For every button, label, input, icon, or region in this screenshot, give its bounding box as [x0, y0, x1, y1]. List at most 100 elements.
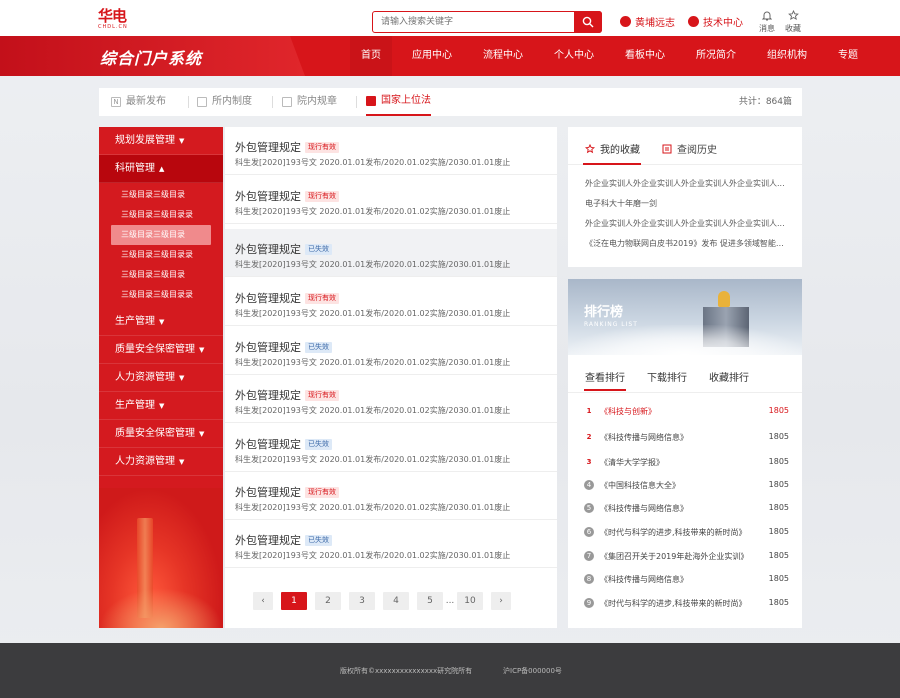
tab-download-ranking[interactable]: 下载排行 [647, 369, 687, 384]
sidebar-subitem[interactable]: 三级目录三级目录 [99, 265, 223, 285]
page-button[interactable]: 1 [281, 592, 307, 610]
nav-home[interactable]: 首页 [350, 36, 392, 76]
sidebar-item-production-2[interactable]: 生产管理 ▼ [99, 392, 223, 420]
nav-workflow[interactable]: 流程中心 [472, 36, 534, 76]
logo-sub: CHDL.CN [98, 24, 128, 30]
sidebar-item-planning[interactable]: 规划发展管理 ▼ [99, 127, 223, 155]
list-item[interactable]: 外包管理规定 已失效 科生发[2020]193号文 2020.01.01发布/2… [225, 229, 557, 277]
item-meta: 科生发[2020]193号文 2020.01.01发布/2020.01.02实施… [235, 551, 511, 560]
tab-institute-rules[interactable]: 所内制度 [197, 88, 252, 116]
nav-personal[interactable]: 个人中心 [543, 36, 605, 76]
ranking-row[interactable]: 2 《科技传播与网络信息》 1805 [584, 431, 789, 445]
ranking-row[interactable]: 6 《时代与科学的进步,科技带来的新时尚》 1805 [584, 526, 789, 540]
rank-number: 8 [584, 574, 594, 584]
tab-divider [356, 96, 357, 108]
sidebar-subitem-active[interactable]: 三级目录三级目录 [111, 225, 211, 245]
tab-latest[interactable]: N 最新发布 [111, 88, 166, 116]
sidebar-subitem[interactable]: 三级目录三级目录录 [99, 205, 223, 225]
sidebar-item-production[interactable]: 生产管理 ▼ [99, 308, 223, 336]
tech-center-link[interactable]: 技术中心 [688, 14, 743, 29]
ranking-row[interactable]: 4 《中国科技信息大全》 1805 [584, 479, 789, 493]
document-list: 外包管理规定 现行有效 科生发[2020]193号文 2020.01.01发布/… [225, 127, 557, 628]
rank-count: 1805 [768, 480, 789, 489]
new-icon: N [111, 97, 121, 107]
page-button[interactable]: 5 [417, 592, 443, 610]
tab-label: 我的收藏 [600, 145, 640, 156]
list-item[interactable]: 外包管理规定 现行有效 科生发[2020]193号文 2020.01.01发布/… [225, 278, 557, 326]
sidebar-subitem[interactable]: 三级目录三级目录录 [99, 245, 223, 265]
item-meta: 科生发[2020]193号文 2020.01.01发布/2020.01.02实施… [235, 503, 511, 512]
next-page-button[interactable]: › [491, 592, 511, 610]
tab-institute-rules-label: 所内制度 [212, 96, 252, 107]
page-button[interactable]: 4 [383, 592, 409, 610]
list-item[interactable]: 外包管理规定 现行有效 科生发[2020]193号文 2020.01.01发布/… [225, 472, 557, 520]
list-item[interactable]: 外包管理规定 现行有效 科生发[2020]193号文 2020.01.01发布/… [225, 375, 557, 423]
logo-mark: 华电 [98, 7, 127, 25]
item-meta: 科生发[2020]193号文 2020.01.01发布/2020.01.02实施… [235, 406, 511, 415]
page-button[interactable]: 3 [349, 592, 375, 610]
favorites-button[interactable]: 收藏 [782, 10, 804, 34]
list-item[interactable]: 外包管理规定 已失效 科生发[2020]193号文 2020.01.01发布/2… [225, 424, 557, 472]
ranking-row[interactable]: 5 《科技传播与网络信息》 1805 [584, 502, 789, 516]
tab-favorite-ranking[interactable]: 收藏排行 [709, 369, 749, 384]
search-button[interactable] [574, 11, 602, 33]
favorite-item[interactable]: 电子科大十年磨一剑 [585, 198, 785, 209]
logo[interactable]: 华电 CHDL.CN [98, 9, 146, 31]
favorite-item[interactable]: 《泛在电力物联网白皮书2019》发布 促进多领域智能升... [585, 238, 785, 249]
law-icon [366, 96, 376, 106]
sidebar-item-research[interactable]: 科研管理 ▲ [99, 155, 223, 183]
list-item[interactable]: 外包管理规定 已失效 科生发[2020]193号文 2020.01.01发布/2… [225, 520, 557, 568]
sidebar-subitem[interactable]: 三级目录三级目录录 [99, 285, 223, 305]
item-title: 外包管理规定 [235, 486, 301, 499]
list-item[interactable]: 外包管理规定 已失效 科生发[2020]193号文 2020.01.01发布/2… [225, 327, 557, 375]
rank-number: 2 [586, 433, 592, 441]
prev-page-button[interactable]: ‹ [253, 592, 273, 610]
page-button[interactable]: 2 [315, 592, 341, 610]
sidebar-item-quality-2[interactable]: 质量安全保密管理 ▼ [99, 420, 223, 448]
list-item[interactable]: 外包管理规定 现行有效 科生发[2020]193号文 2020.01.01发布/… [225, 127, 557, 175]
list-item[interactable]: 外包管理规定 现行有效 科生发[2020]193号文 2020.01.01发布/… [225, 176, 557, 224]
favorite-item[interactable]: 外企业实训人外企业实训人外企业实训人外企业实训人... [585, 218, 785, 229]
sidebar-item-hr-2[interactable]: 人力资源管理 ▼ [99, 448, 223, 476]
tab-national-law-label: 国家上位法 [381, 95, 431, 106]
nav-dashboard[interactable]: 看板中心 [614, 36, 676, 76]
messages-button[interactable]: 消息 [756, 10, 778, 34]
tab-view-ranking[interactable]: 查看排行 [585, 369, 625, 384]
ranking-panel: 排行榜 RANKING LIST 查看排行 下载排行 收藏排行 1 《科技与创新》… [568, 279, 802, 628]
ranking-row[interactable]: 3 《清华大学学报》 1805 [584, 456, 789, 470]
sidebar-subitem[interactable]: 三级目录三级目录 [99, 185, 223, 205]
rank-number: 4 [584, 480, 594, 490]
ranking-title: 排行榜 [584, 305, 624, 320]
tab-label: 查阅历史 [677, 145, 717, 156]
search-icon [582, 16, 594, 28]
rank-number: 9 [584, 598, 594, 608]
tab-my-favorites[interactable]: 我的收藏 [585, 141, 640, 156]
item-title: 外包管理规定 [235, 438, 301, 451]
status-badge: 已失效 [305, 244, 332, 255]
active-tab-indicator [583, 163, 641, 165]
chevron-down-icon: ▼ [199, 346, 205, 354]
item-title: 外包管理规定 [235, 389, 301, 402]
ranking-row[interactable]: 7 《集团召开关于2019年赴海外企业实训》 1805 [584, 550, 789, 564]
user-link[interactable]: 黄埔远志 [620, 14, 675, 29]
pagination: ‹ 1 2 3 4 5 ... 10 › [253, 592, 511, 610]
sidebar-item-hr[interactable]: 人力资源管理 ▼ [99, 364, 223, 392]
ranking-row[interactable]: 1 《科技与创新》 1805 [584, 405, 789, 419]
ranking-row[interactable]: 9 《时代与科学的进步,科技带来的新时尚》 1805 [584, 597, 789, 611]
page-button[interactable]: 10 [457, 592, 483, 610]
favorite-item[interactable]: 外企业实训人外企业实训人外企业实训人外企业实训人... [585, 178, 785, 189]
nav-overview[interactable]: 所况简介 [685, 36, 747, 76]
tab-history[interactable]: 查阅历史 [662, 141, 717, 156]
nav-topics[interactable]: 专题 [827, 36, 869, 76]
messages-label: 消息 [759, 24, 775, 33]
sidebar-item-quality[interactable]: 质量安全保密管理 ▼ [99, 336, 223, 364]
search-input[interactable] [381, 15, 571, 29]
item-title: 外包管理规定 [235, 292, 301, 305]
tab-latest-label: 最新发布 [126, 96, 166, 107]
tab-academy-rules[interactable]: 院内规章 [282, 88, 337, 116]
nav-org[interactable]: 组织机构 [756, 36, 818, 76]
tech-center-label: 技术中心 [703, 18, 743, 29]
tab-national-law[interactable]: 国家上位法 [366, 88, 431, 116]
nav-apps[interactable]: 应用中心 [401, 36, 463, 76]
ranking-row[interactable]: 8 《科技传播与网络信息》 1805 [584, 573, 789, 587]
